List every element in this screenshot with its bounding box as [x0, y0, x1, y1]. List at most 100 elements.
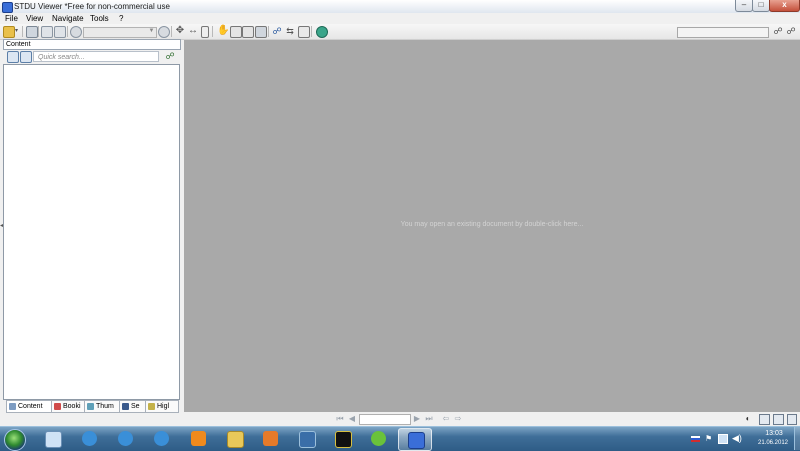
prev-page-icon[interactable]: ◀: [348, 415, 356, 423]
snapshot-icon[interactable]: [242, 26, 254, 38]
panel-splitter-icon[interactable]: ◂: [0, 222, 3, 229]
close-button[interactable]: x: [769, 0, 800, 12]
expand-all-icon[interactable]: [7, 51, 19, 63]
menu-file[interactable]: File: [5, 13, 18, 24]
language-flag-icon[interactable]: [691, 436, 700, 442]
tab-search[interactable]: Se: [119, 400, 146, 413]
last-page-icon[interactable]: ⏭: [425, 415, 433, 423]
taskbar-app-hardware[interactable]: [290, 428, 322, 449]
fit-width-icon[interactable]: ↔: [188, 26, 198, 36]
odnoklassniki-icon: [191, 431, 206, 446]
taskbar-app-ie[interactable]: [145, 428, 177, 449]
taskbar-app-icq[interactable]: [362, 428, 394, 449]
chevron-down-icon[interactable]: ▾: [15, 26, 20, 36]
hardware-icon: [299, 431, 316, 448]
menu-navigate[interactable]: Navigate: [52, 13, 84, 24]
select-text-icon[interactable]: [230, 26, 242, 38]
tab-highlights[interactable]: Higl: [145, 400, 179, 413]
taskbar-app-ie[interactable]: [73, 428, 105, 449]
taskbar-app-notepad[interactable]: [36, 428, 68, 449]
toolbar-separator: [268, 26, 269, 37]
zoom-select[interactable]: [83, 27, 157, 38]
hand-tool-icon[interactable]: ✋: [217, 26, 229, 36]
internet-explorer-icon: [118, 431, 133, 446]
search-input[interactable]: [677, 27, 769, 38]
tab-bookmarks[interactable]: Booki: [51, 400, 85, 413]
internet-explorer-icon: [82, 431, 97, 446]
toolbar-separator: [38, 26, 39, 37]
app-icon[interactable]: [2, 2, 13, 13]
window-title: STDU Viewer *Free for non-commercial use: [14, 2, 170, 11]
open-folder-icon[interactable]: [3, 26, 15, 38]
menu-tools[interactable]: Tools: [90, 13, 109, 24]
pages-icon[interactable]: [298, 26, 310, 38]
tab-thumbnails[interactable]: Thum: [84, 400, 120, 413]
taskbar-app-ie[interactable]: [109, 428, 141, 449]
copy-icon[interactable]: [41, 26, 53, 38]
rotate-icon[interactable]: [316, 26, 328, 38]
tab-content[interactable]: Content: [6, 400, 52, 413]
menu-help[interactable]: ?: [119, 13, 123, 24]
open-document-hint: You may open an existing document by dou…: [400, 221, 584, 228]
clock-date[interactable]: 21.06.2012: [753, 440, 793, 446]
page-number-input[interactable]: [359, 414, 411, 425]
media-player-icon: [263, 431, 278, 446]
toolbar-separator: [67, 26, 68, 37]
print-icon[interactable]: [26, 26, 38, 38]
folder-icon: [227, 431, 244, 448]
back-icon[interactable]: ⇦: [442, 415, 450, 423]
next-page-icon[interactable]: ▶: [413, 415, 421, 423]
maximize-button[interactable]: □: [752, 0, 770, 12]
facing-view-icon[interactable]: [787, 414, 797, 425]
find-icon[interactable]: [255, 26, 267, 38]
collapse-all-icon[interactable]: [20, 51, 32, 63]
highlight-icon: [148, 403, 155, 410]
continuous-view-icon[interactable]: [773, 414, 784, 425]
binoculars-icon[interactable]: ☍: [165, 51, 175, 61]
content-tree[interactable]: [3, 64, 180, 400]
navigation-bar: ⏮ ◀ ▶ ⏭ ⇦ ⇨ ◐: [184, 412, 800, 426]
network-icon[interactable]: [718, 434, 728, 444]
internet-explorer-icon: [154, 431, 169, 446]
search-next-icon[interactable]: ☍: [786, 26, 796, 36]
panel-header: Content: [3, 39, 181, 50]
toolbar: ▾ ▼ ✥ ↔ ✋ ☍ ⇆ ☍ ☍: [0, 24, 800, 40]
clock-time[interactable]: 13:03: [762, 430, 786, 437]
gpu-tool-icon: [335, 431, 352, 448]
left-panel: Content ☍ Quick search... Content Booki …: [3, 39, 181, 413]
chevron-down-icon[interactable]: ▼: [148, 27, 155, 36]
taskbar-app-odnoklassniki[interactable]: [182, 428, 214, 449]
taskbar-app-media-player[interactable]: [254, 428, 286, 449]
forward-icon[interactable]: ⇨: [454, 415, 462, 423]
volume-icon[interactable]: ◀): [732, 433, 742, 444]
search-prev-icon[interactable]: ☍: [773, 26, 783, 36]
start-button[interactable]: [4, 429, 26, 451]
toolbar-separator: [171, 26, 172, 37]
first-page-icon[interactable]: ⏮: [336, 415, 344, 423]
taskbar-app-gpu-tool[interactable]: [326, 428, 358, 449]
action-center-icon[interactable]: ⚑: [705, 434, 712, 443]
title-bar: STDU Viewer *Free for non-commercial use…: [0, 0, 800, 14]
taskbar-app-explorer[interactable]: [218, 428, 250, 449]
fit-height-icon[interactable]: [201, 26, 209, 38]
quick-search-input[interactable]: Quick search...: [33, 51, 159, 62]
display-mode-icon[interactable]: ◐: [744, 415, 752, 423]
swap-icon[interactable]: ⇆: [285, 26, 295, 36]
document-area[interactable]: You may open an existing document by dou…: [184, 40, 800, 412]
binoculars-icon: [122, 403, 129, 410]
zoom-out-icon[interactable]: [70, 26, 82, 38]
panel-tabs: Content Booki Thum Se Higl: [3, 400, 179, 413]
zoom-in-icon[interactable]: [158, 26, 170, 38]
paste-icon[interactable]: [54, 26, 66, 38]
show-desktop-button[interactable]: [794, 427, 800, 450]
notepad-icon: [45, 431, 62, 448]
content-icon: [9, 403, 16, 410]
fit-page-icon[interactable]: ✥: [175, 26, 185, 36]
binoculars-icon[interactable]: ☍: [272, 26, 282, 36]
taskbar-app-stdu-viewer[interactable]: [398, 428, 432, 451]
single-page-view-icon[interactable]: [759, 414, 770, 425]
menu-view[interactable]: View: [26, 13, 43, 24]
thumbnail-icon: [87, 403, 94, 410]
minimize-button[interactable]: –: [735, 0, 753, 12]
taskbar: [0, 426, 800, 451]
